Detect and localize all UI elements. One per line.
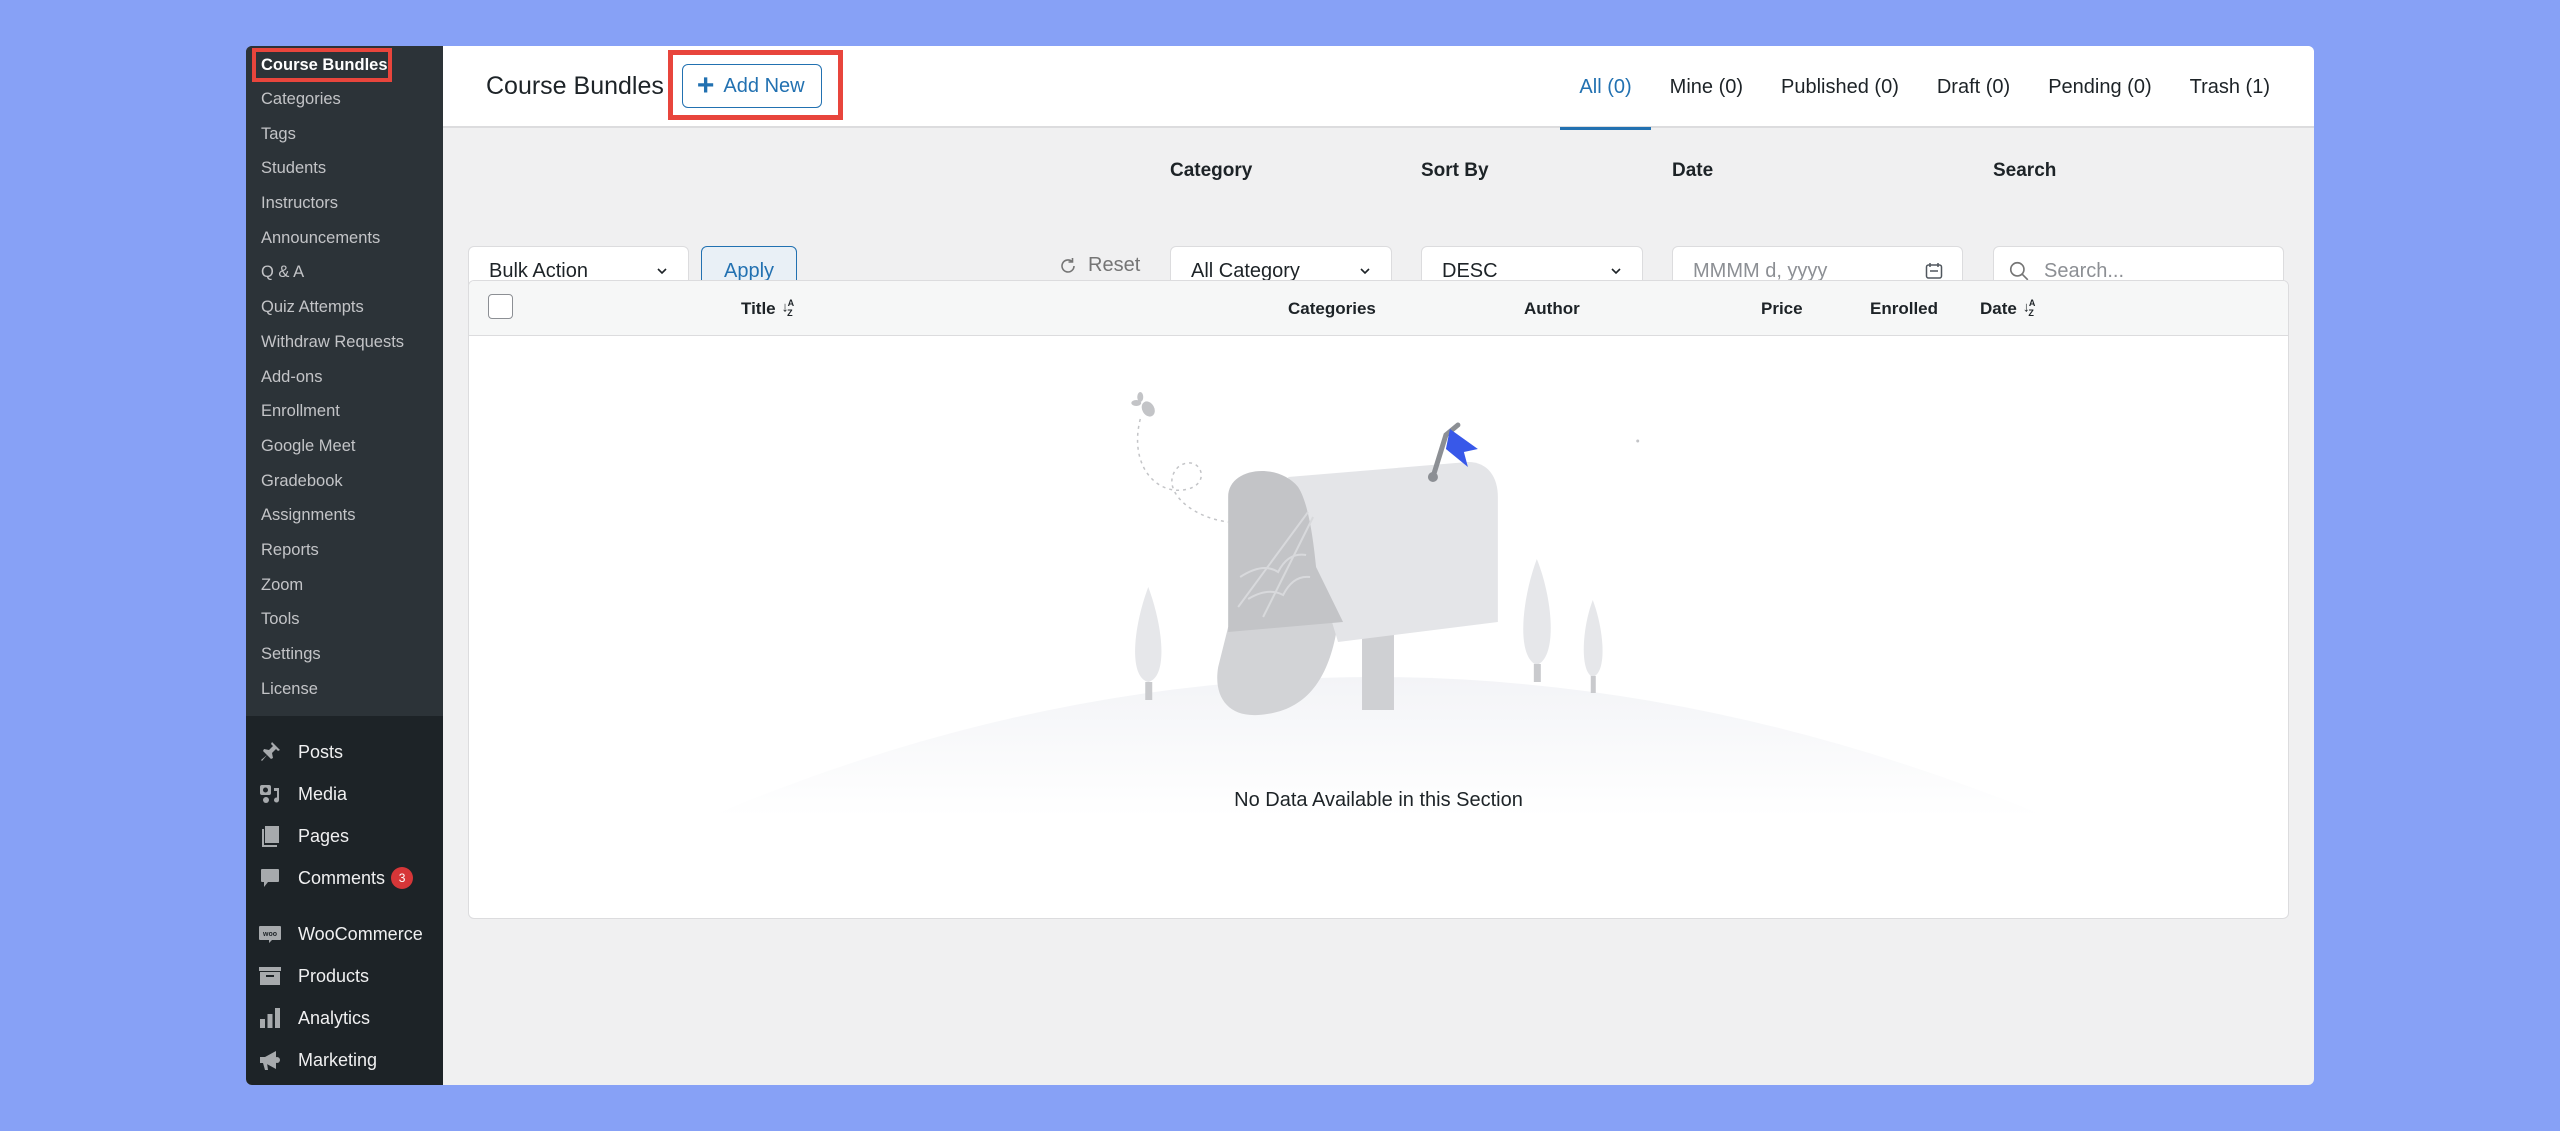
menu-item-analytics[interactable]: Analytics	[246, 997, 443, 1039]
main-content: Course Bundles + Add New All (0) Mine (0…	[443, 46, 2314, 1085]
bee-icon	[1131, 392, 1155, 417]
submenu-item-categories[interactable]: Categories	[246, 82, 443, 117]
menu-item-label: Pages	[298, 825, 350, 846]
menu-item-comments[interactable]: Comments 3	[246, 857, 443, 899]
submenu-item-gradebook[interactable]: Gradebook	[246, 464, 443, 499]
menu-item-label: Products	[298, 965, 370, 986]
sort-icon[interactable]: ↓AZ	[782, 281, 794, 341]
submenu-item-tools[interactable]: Tools	[246, 602, 443, 637]
archive-icon	[258, 964, 282, 988]
menu-item-label: Marketing	[298, 1049, 378, 1070]
mailbox-post	[1362, 635, 1394, 710]
search-label: Search	[1993, 160, 2057, 181]
submenu-item-enrollment[interactable]: Enrollment	[246, 394, 443, 429]
bar-chart-icon	[258, 1006, 282, 1030]
pin-icon	[258, 740, 282, 764]
menu-item-label: WooCommerce	[298, 923, 423, 944]
submenu-item-google-meet[interactable]: Google Meet	[246, 429, 443, 464]
submenu-item-settings[interactable]: Settings	[246, 637, 443, 672]
menu-item-pages[interactable]: Pages	[246, 815, 443, 857]
menu-item-label: Comments	[298, 867, 386, 888]
comment-icon	[258, 866, 282, 890]
pages-icon	[258, 824, 282, 848]
submenu-item-students[interactable]: Students	[246, 151, 443, 186]
submenu-item-assignments[interactable]: Assignments	[246, 498, 443, 533]
submenu-item-zoom[interactable]: Zoom	[246, 568, 443, 603]
submenu-item-announcements[interactable]: Announcements	[246, 221, 443, 256]
submenu-item-instructors[interactable]: Instructors	[246, 186, 443, 221]
tree-left	[1135, 587, 1162, 700]
date-label: Date	[1672, 160, 1714, 181]
menu-item-products[interactable]: Products	[246, 955, 443, 997]
chevron-down-icon	[657, 268, 667, 275]
bee-trail	[1136, 418, 1229, 523]
comments-count-badge: 3	[391, 867, 414, 890]
menu-item-label: Analytics	[298, 1007, 371, 1028]
chevron-down-icon	[1360, 268, 1370, 275]
submenu-item-tags[interactable]: Tags	[246, 117, 443, 152]
chevron-down-icon	[1611, 268, 1621, 275]
table-header: Title ↓AZ Categories Author Price Enroll…	[469, 281, 2288, 336]
submenu-item-quiz-attempts[interactable]: Quiz Attempts	[246, 290, 443, 325]
menu-item-label: Media	[298, 783, 348, 804]
sort-icon[interactable]: ↓AZ	[2023, 281, 2035, 341]
submenu-item-qa[interactable]: Q & A	[246, 255, 443, 290]
app-window: Course Bundles Categories Tags Students …	[246, 46, 2314, 1085]
column-date[interactable]: Date ↓AZ	[1980, 281, 2035, 336]
column-categories: Categories	[1288, 299, 1376, 318]
media-icon	[258, 782, 282, 806]
sidebar-submenu: Course Bundles Categories Tags Students …	[246, 46, 443, 717]
column-price: Price	[1761, 299, 1803, 318]
menu-item-posts[interactable]: Posts	[246, 731, 443, 773]
submenu-item-reports[interactable]: Reports	[246, 533, 443, 568]
submenu-item-add-ons[interactable]: Add-ons	[246, 360, 443, 395]
category-label: Category	[1170, 160, 1253, 181]
refresh-icon	[1061, 257, 1075, 273]
submenu-item-withdraw-requests[interactable]: Withdraw Requests	[246, 325, 443, 360]
megaphone-icon	[258, 1048, 282, 1072]
woo-icon: woo	[258, 922, 282, 946]
submenu-item-license[interactable]: License	[246, 672, 443, 707]
column-enrolled: Enrolled	[1870, 299, 1939, 318]
tree-right-2	[1583, 600, 1603, 693]
tree-right-1	[1523, 559, 1551, 682]
calendar-icon	[1925, 263, 1943, 279]
sort-by-label: Sort By	[1421, 160, 1489, 181]
column-title[interactable]: Title ↓AZ	[741, 281, 794, 336]
select-all-checkbox[interactable]	[488, 294, 513, 319]
svg-text:woo: woo	[262, 931, 277, 938]
filters-bar: Bulk Action Apply Reset Category All Cat…	[443, 46, 2314, 306]
menu-item-label: Posts	[298, 741, 344, 762]
empty-state-message: No Data Available in this Section	[1234, 789, 1523, 811]
empty-mailbox-illustration	[708, 392, 2048, 817]
admin-sidebar: Course Bundles Categories Tags Students …	[246, 46, 443, 1085]
menu-item-woocommerce[interactable]: woo WooCommerce	[246, 913, 443, 955]
reset-button[interactable]: Reset	[1058, 254, 1140, 277]
sidebar-main-menu: Posts Media Pages Comments 3 woo WooComm…	[246, 716, 443, 1081]
menu-item-marketing[interactable]: Marketing	[246, 1039, 443, 1081]
submenu-item-course-bundles[interactable]: Course Bundles	[246, 48, 443, 82]
menu-item-media[interactable]: Media	[246, 773, 443, 815]
flag-icon	[1445, 429, 1478, 467]
column-author: Author	[1524, 299, 1580, 318]
bundles-table: Title ↓AZ Categories Author Price Enroll…	[468, 280, 2289, 919]
search-icon	[2009, 261, 2029, 281]
